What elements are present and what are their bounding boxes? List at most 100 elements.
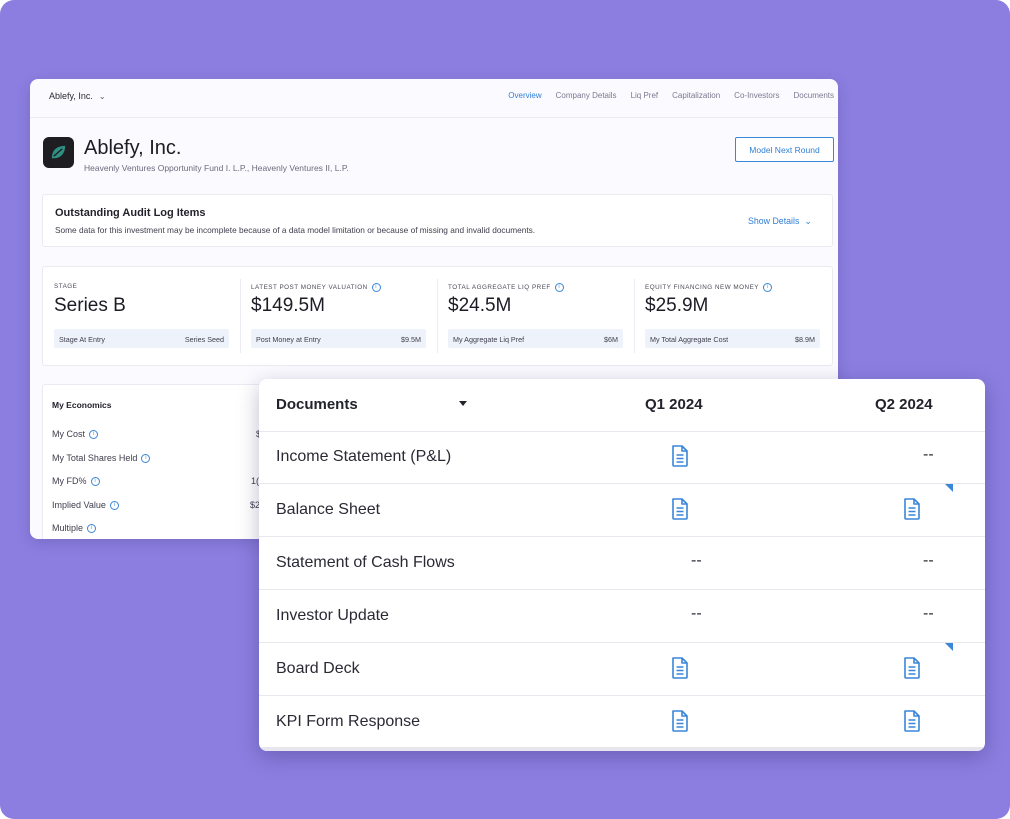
economics-row-label: My Cost	[52, 429, 86, 439]
metric-label: TOTAL AGGREGATE LIQ PREF i	[448, 283, 564, 292]
company-selector[interactable]: Ablefy, Inc. ⌄	[49, 91, 106, 101]
info-icon[interactable]: i	[554, 283, 564, 292]
metric-sub-value: $8.9M	[795, 335, 815, 344]
metric-label-text: TOTAL AGGREGATE LIQ PREF	[448, 284, 551, 292]
show-details-label: Show Details	[748, 216, 800, 226]
document-icon[interactable]	[901, 497, 925, 523]
document-icon[interactable]	[669, 656, 693, 682]
economics-row-label: Implied Value	[52, 500, 106, 510]
economics-row: My Cost i	[52, 429, 99, 440]
metric-label: LATEST POST MONEY VALUATION i	[251, 283, 381, 292]
table-row: KPI Form Response	[259, 696, 985, 748]
info-icon[interactable]: i	[141, 454, 151, 464]
document-icon[interactable]	[901, 709, 925, 735]
metric-label: STAGE	[54, 283, 78, 290]
tab-documents[interactable]: Documents	[794, 91, 834, 100]
model-next-round-button[interactable]: Model Next Round	[735, 137, 834, 162]
info-icon[interactable]: i	[87, 524, 97, 534]
documents-table: Documents Q1 2024 Q2 2024 Income Stateme…	[259, 379, 985, 751]
economics-row-label: My Total Shares Held	[52, 453, 138, 463]
table-row: Income Statement (P&L) --	[259, 431, 985, 484]
metric-label-text: LATEST POST MONEY VALUATION	[251, 284, 368, 292]
metric-value: $25.9M	[645, 295, 709, 316]
column-header-q2: Q2 2024	[875, 396, 933, 413]
document-icon[interactable]	[669, 444, 693, 470]
metric-sub-value: $9.5M	[401, 335, 421, 344]
economics-row-label: My FD%	[52, 476, 87, 486]
empty-cell: --	[691, 605, 702, 622]
empty-cell: --	[923, 446, 934, 463]
economics-row: Implied Value i	[52, 500, 119, 511]
tab-capitalization[interactable]: Capitalization	[672, 91, 720, 100]
metric-label-text: EQUITY FINANCING NEW MONEY	[645, 284, 759, 292]
company-selector-label: Ablefy, Inc.	[49, 91, 93, 101]
document-name: Statement of Cash Flows	[276, 554, 455, 571]
document-name: Investor Update	[276, 607, 389, 624]
fund-names: Heavenly Ventures Opportunity Fund I. L.…	[84, 163, 349, 173]
metric-stage: STAGE Series B Stage At Entry Series See…	[43, 267, 240, 365]
document-name: Balance Sheet	[276, 501, 381, 518]
document-name: Income Statement (P&L)	[276, 448, 452, 465]
document-icon[interactable]	[901, 656, 925, 682]
empty-cell: --	[923, 552, 934, 569]
audit-log-banner: Outstanding Audit Log Items Some data fo…	[42, 194, 833, 247]
caret-down-icon[interactable]	[459, 401, 467, 406]
info-icon[interactable]: i	[109, 501, 119, 511]
table-row: Balance Sheet	[259, 484, 985, 537]
metric-label: EQUITY FINANCING NEW MONEY i	[645, 283, 772, 292]
table-row: Investor Update -- --	[259, 590, 985, 643]
metric-value: Series B	[54, 295, 126, 316]
chevron-down-icon: ⌄	[804, 216, 812, 226]
corner-flag-icon	[945, 484, 953, 492]
info-icon[interactable]: i	[763, 283, 772, 292]
metric-new-money: EQUITY FINANCING NEW MONEY i $25.9M My To…	[634, 267, 831, 365]
document-name: KPI Form Response	[276, 713, 421, 730]
show-details-button[interactable]: Show Details ⌄	[748, 216, 812, 227]
page-title: Ablefy, Inc.	[84, 137, 182, 159]
tab-overview[interactable]: Overview	[508, 91, 541, 100]
metric-post-money: LATEST POST MONEY VALUATION i $149.5M Pos…	[240, 267, 437, 365]
document-icon[interactable]	[669, 709, 693, 735]
metrics-panel: STAGE Series B Stage At Entry Series See…	[42, 266, 833, 366]
document-icon[interactable]	[669, 497, 693, 523]
info-icon[interactable]: i	[371, 283, 381, 292]
column-header-q1: Q1 2024	[645, 396, 703, 413]
metric-sub-label: My Aggregate Liq Pref	[453, 335, 525, 344]
info-icon[interactable]: i	[90, 477, 100, 487]
corner-flag-icon	[945, 643, 953, 651]
metric-value: $149.5M	[251, 295, 325, 316]
top-nav: Overview Company Details Liq Pref Capita…	[508, 91, 834, 100]
table-row: Board Deck	[259, 643, 985, 696]
info-icon[interactable]: i	[89, 430, 99, 440]
economics-value: 1(	[251, 476, 260, 486]
chevron-down-icon: ⌄	[98, 92, 106, 101]
background: Ablefy, Inc. ⌄ Overview Company Details L…	[0, 0, 1010, 819]
table-footer-strip	[259, 747, 985, 751]
company-logo	[43, 137, 74, 168]
metric-sub-label: Stage At Entry	[59, 335, 105, 344]
document-name: Board Deck	[276, 660, 360, 677]
metric-sub-value: $6M	[604, 335, 618, 344]
economics-title: My Economics	[52, 400, 112, 410]
documents-column-header[interactable]: Documents	[276, 396, 358, 413]
empty-cell: --	[923, 605, 934, 622]
metric-sub: Post Money at Entry $9.5M	[251, 329, 426, 348]
empty-cell: --	[691, 552, 702, 569]
metric-value: $24.5M	[448, 295, 512, 316]
metric-sub: My Total Aggregate Cost $8.9M	[645, 329, 820, 348]
tab-co-investors[interactable]: Co-Investors	[734, 91, 779, 100]
economics-row: Multiple i	[52, 523, 97, 534]
tab-liq-pref[interactable]: Liq Pref	[631, 91, 659, 100]
metric-liq-pref: TOTAL AGGREGATE LIQ PREF i $24.5M My Aggr…	[437, 267, 634, 365]
metric-sub-label: My Total Aggregate Cost	[650, 335, 729, 344]
metric-sub-label: Post Money at Entry	[256, 335, 321, 344]
audit-text: Some data for this investment may be inc…	[55, 225, 536, 235]
economics-row: My Total Shares Held i	[52, 453, 151, 464]
tab-company-details[interactable]: Company Details	[556, 91, 617, 100]
metric-sub-value: Series Seed	[184, 335, 224, 344]
economics-row: My FD% i	[52, 476, 100, 487]
top-bar: Ablefy, Inc. ⌄ Overview Company Details L…	[30, 79, 838, 118]
audit-title: Outstanding Audit Log Items	[55, 207, 206, 219]
table-row: Statement of Cash Flows -- --	[259, 537, 985, 590]
documents-table-header: Documents Q1 2024 Q2 2024	[259, 379, 985, 432]
